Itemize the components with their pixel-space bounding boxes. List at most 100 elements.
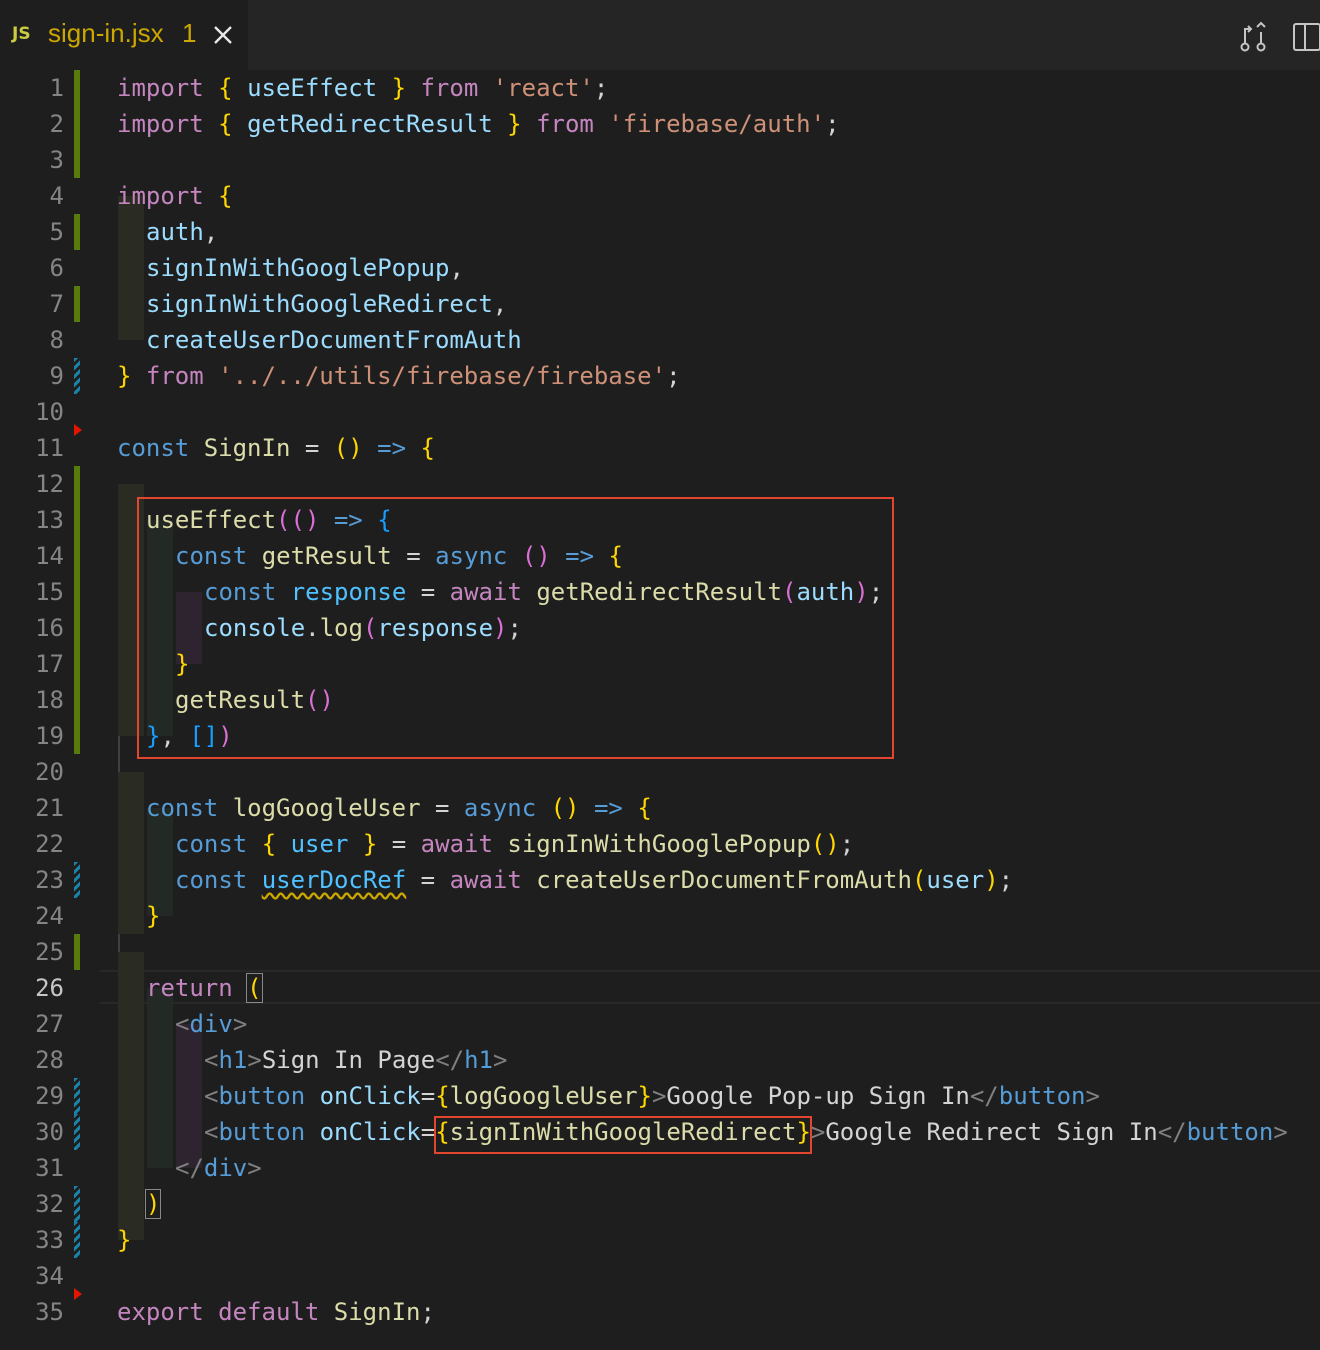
code-line[interactable]: 24 }: [0, 898, 1320, 934]
code-text: </div>: [175, 1154, 262, 1182]
code-editor[interactable]: 1 import { useEffect } from 'react'; 2 i…: [0, 70, 1320, 1350]
git-gutter-marker[interactable]: [74, 1042, 80, 1078]
line-number: 7: [49, 290, 64, 318]
problem-count-badge: 1: [182, 18, 197, 48]
git-gutter-marker[interactable]: [74, 826, 80, 862]
code-line-active[interactable]: 26 return (: [0, 970, 1320, 1006]
git-gutter-marker[interactable]: [74, 1006, 80, 1042]
git-gutter-marker[interactable]: [74, 502, 80, 538]
line-number: 2: [49, 110, 64, 138]
open-changes-icon[interactable]: [1236, 20, 1270, 54]
line-number: 31: [35, 1154, 64, 1182]
git-gutter-marker[interactable]: [74, 538, 80, 574]
git-gutter-marker[interactable]: [74, 682, 80, 718]
git-gutter-marker[interactable]: [74, 646, 80, 682]
git-gutter-marker[interactable]: [74, 322, 80, 358]
git-gutter-marker[interactable]: [74, 1078, 80, 1114]
line-number: 4: [49, 182, 64, 210]
git-gutter-marker[interactable]: [74, 934, 80, 970]
code-line[interactable]: 3: [0, 142, 1320, 178]
git-gutter-marker[interactable]: [74, 1222, 80, 1258]
code-line[interactable]: 1 import { useEffect } from 'react';: [0, 70, 1320, 106]
code-text: signInWithGooglePopup,: [146, 254, 464, 282]
git-gutter-marker[interactable]: [74, 466, 80, 502]
code-line[interactable]: 6 signInWithGooglePopup,: [0, 250, 1320, 286]
annotation-box-useeffect: [137, 497, 894, 759]
code-text: <div>: [175, 1010, 248, 1038]
code-line[interactable]: 27 <div>: [0, 1006, 1320, 1042]
code-text: export default SignIn;: [117, 1298, 435, 1326]
git-gutter-marker[interactable]: [74, 1114, 80, 1150]
code-line[interactable]: 4 import {: [0, 178, 1320, 214]
code-text: const logGoogleUser = async () => {: [146, 794, 652, 822]
line-number: 20: [35, 758, 64, 786]
code-line[interactable]: 35 export default SignIn;: [0, 1288, 1320, 1330]
git-gutter-marker[interactable]: [74, 898, 80, 934]
git-gutter-marker[interactable]: [74, 862, 80, 898]
git-gutter-marker[interactable]: [74, 1186, 80, 1222]
line-number: 3: [49, 146, 64, 174]
code-text: const userDocRef = await createUserDocum…: [175, 866, 1014, 894]
line-number: 22: [35, 830, 64, 858]
line-number: 26: [35, 974, 64, 1002]
git-gutter-marker[interactable]: [74, 754, 80, 790]
line-number: 23: [35, 866, 64, 894]
code-line[interactable]: 29 <button onClick={logGoogleUser}>Googl…: [0, 1078, 1320, 1114]
git-gutter-marker[interactable]: [74, 718, 80, 754]
git-gutter-marker[interactable]: [74, 358, 80, 394]
git-gutter-marker[interactable]: [74, 178, 80, 214]
git-gutter-marker[interactable]: [74, 574, 80, 610]
line-number: 16: [35, 614, 64, 642]
code-text: const SignIn = () => {: [117, 434, 435, 462]
line-number: 32: [35, 1190, 64, 1218]
code-line[interactable]: 28 <h1>Sign In Page</h1>: [0, 1042, 1320, 1078]
git-gutter-marker[interactable]: [74, 970, 80, 1006]
code-line[interactable]: 2 import { getRedirectResult } from 'fir…: [0, 106, 1320, 142]
git-gutter-marker[interactable]: [74, 70, 80, 106]
git-gutter-marker[interactable]: [74, 250, 80, 286]
split-editor-icon[interactable]: [1290, 20, 1320, 54]
line-number: 24: [35, 902, 64, 930]
code-line[interactable]: 25: [0, 934, 1320, 970]
git-gutter-marker[interactable]: [74, 286, 80, 322]
code-line[interactable]: 5 auth,: [0, 214, 1320, 250]
code-line[interactable]: 32 ): [0, 1186, 1320, 1222]
code-text: return (: [146, 973, 263, 1003]
git-gutter-marker[interactable]: [74, 1150, 80, 1186]
git-gutter-marker[interactable]: [74, 214, 80, 250]
line-number: 10: [35, 398, 64, 426]
code-text: const { user } = await signInWithGoogleP…: [175, 830, 855, 858]
tab-sign-in-jsx[interactable]: JS sign-in.jsx 1: [0, 0, 248, 70]
annotation-box-redirect-handler: [434, 1116, 812, 1154]
code-line[interactable]: 33 }: [0, 1222, 1320, 1258]
code-text: import {: [117, 182, 233, 210]
line-number: 5: [49, 218, 64, 246]
close-icon[interactable]: [210, 22, 236, 48]
code-line[interactable]: 10: [0, 394, 1320, 430]
line-number: 27: [35, 1010, 64, 1038]
git-gutter-marker[interactable]: [74, 106, 80, 142]
line-number: 19: [35, 722, 64, 750]
code-line[interactable]: 22 const { user } = await signInWithGoog…: [0, 826, 1320, 862]
code-line[interactable]: 7 signInWithGoogleRedirect,: [0, 286, 1320, 322]
code-line[interactable]: 20: [0, 754, 1320, 790]
line-number: 30: [35, 1118, 64, 1146]
git-gutter-marker[interactable]: [74, 790, 80, 826]
code-text: }: [146, 902, 161, 930]
code-line[interactable]: 9 } from '../../utils/firebase/firebase'…: [0, 358, 1320, 394]
line-number: 29: [35, 1082, 64, 1110]
code-text: <h1>Sign In Page</h1>: [204, 1046, 508, 1074]
git-gutter-marker[interactable]: [74, 142, 80, 178]
git-gutter-marker[interactable]: [74, 610, 80, 646]
editor-tab-bar: JS sign-in.jsx 1: [0, 0, 1320, 70]
code-line[interactable]: 31 </div>: [0, 1150, 1320, 1186]
code-line[interactable]: 8 createUserDocumentFromAuth: [0, 322, 1320, 358]
line-number: 28: [35, 1046, 64, 1074]
code-line[interactable]: 34: [0, 1258, 1320, 1294]
code-text: } from '../../utils/firebase/firebase';: [117, 362, 681, 390]
code-line[interactable]: 21 const logGoogleUser = async () => {: [0, 790, 1320, 826]
code-line[interactable]: 23 const userDocRef = await createUserDo…: [0, 862, 1320, 898]
git-gutter-marker[interactable]: [74, 1288, 82, 1300]
git-gutter-marker[interactable]: [74, 424, 82, 436]
code-line[interactable]: 11 const SignIn = () => {: [0, 424, 1320, 466]
